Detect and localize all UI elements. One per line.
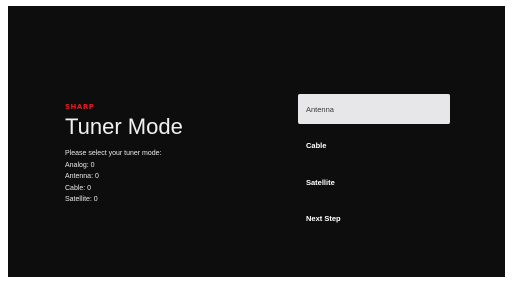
tuner-info: Please select your tuner mode: Analog: 0… [65, 148, 162, 206]
info-prompt: Please select your tuner mode: [65, 150, 162, 157]
page-title: Tuner Mode [65, 114, 183, 139]
option-satellite[interactable]: Satellite [298, 167, 450, 197]
count-satellite: Satellite: 0 [65, 196, 98, 203]
option-antenna[interactable]: Antenna [298, 94, 450, 124]
count-cable: Cable: 0 [65, 184, 92, 192]
option-cable[interactable]: Cable [298, 130, 450, 160]
count-antenna: Antenna: 0 [65, 173, 99, 180]
brand-logo: SHARP [65, 103, 95, 111]
count-analog: Analog: 0 [65, 161, 95, 169]
option-next-step[interactable]: Next Step [298, 203, 450, 233]
